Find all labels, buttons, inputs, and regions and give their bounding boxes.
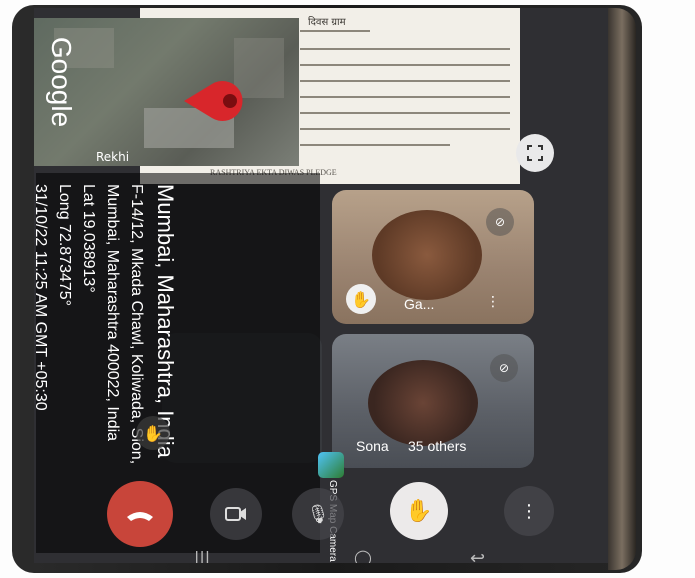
mic-button[interactable]: 🎙: [292, 488, 344, 540]
gps-map-camera-logo: [318, 452, 344, 478]
phone-screen: दिवस ग्राम RASHTRIYA EKTA DIWAS PLEDGE ✋…: [34, 8, 608, 563]
mic-off-icon: ⊘: [486, 208, 514, 236]
video-camera-icon: [225, 507, 246, 521]
end-call-button[interactable]: [107, 481, 173, 547]
android-nav-bar: ||| ◯ ↩: [174, 548, 554, 563]
map-thumbnail: Google Rekhi: [34, 18, 299, 166]
participant-face: [372, 210, 482, 300]
others-count: 35 others: [408, 438, 467, 454]
more-vert-icon: ⋮: [520, 500, 538, 522]
microphone-icon: 🎙: [306, 503, 330, 525]
recents-icon[interactable]: |||: [194, 548, 210, 563]
participant-2-name: Sona: [356, 438, 389, 454]
participant-1-name: Ga...: [404, 296, 435, 312]
document-heading: दिवस ग्राम: [308, 17, 346, 28]
phone-hangup-icon: [127, 512, 153, 521]
location-long: Long 72.873475°: [56, 184, 73, 307]
map-place-label: Rekhi: [96, 150, 130, 164]
google-logo: Google: [46, 36, 78, 128]
more-options-icon[interactable]: ⋮: [486, 294, 500, 310]
participant-face: [368, 360, 478, 446]
participant-tile-2[interactable]: Sona 35 others ⊘: [332, 334, 534, 468]
fullscreen-button[interactable]: [516, 134, 554, 172]
phone-edge: [608, 8, 636, 570]
raise-hand-icon: ✋: [346, 284, 376, 314]
location-pin-icon: [184, 78, 254, 124]
photo-of-phone: दिवस ग्राम RASHTRIYA EKTA DIWAS PLEDGE ✋…: [0, 0, 695, 578]
fullscreen-icon: [527, 145, 543, 161]
self-raise-hand-icon: ✋: [136, 416, 170, 450]
mic-off-icon: ⊘: [490, 354, 518, 382]
more-options-button[interactable]: ⋮: [504, 486, 554, 536]
raise-hand-button[interactable]: ✋: [390, 482, 448, 540]
hand-icon: ✋: [405, 498, 433, 524]
location-address-2: Mumbai, Maharashtra 400022, India: [104, 184, 121, 442]
location-datetime: 31/10/22 11:25 AM GMT +05:30: [34, 184, 49, 411]
home-icon[interactable]: ◯: [354, 548, 372, 563]
camera-button[interactable]: [210, 488, 262, 540]
participant-tile-1[interactable]: ✋ Ga... ⋮ ⊘: [332, 190, 534, 324]
back-icon[interactable]: ↩: [470, 548, 485, 563]
location-lat: Lat 19.038913°: [80, 184, 97, 293]
